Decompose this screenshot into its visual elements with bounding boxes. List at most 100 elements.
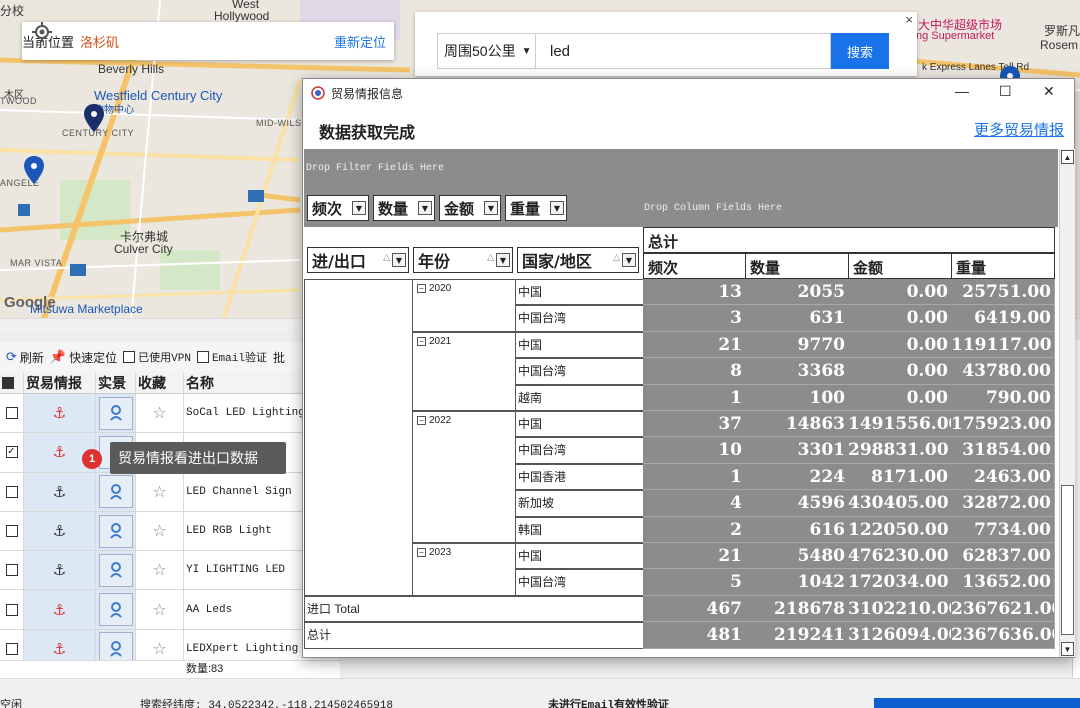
map-pin-icon[interactable] bbox=[24, 156, 44, 184]
streetview-icon[interactable] bbox=[98, 514, 133, 548]
field-weight[interactable]: 重量 ▼ bbox=[505, 195, 567, 221]
field-frequency[interactable]: 频次 ▼ bbox=[307, 195, 369, 221]
scroll-down-icon[interactable]: ▼ bbox=[1061, 642, 1074, 656]
column-header[interactable]: 收藏 bbox=[136, 372, 184, 393]
table-row[interactable]: ⚓ ☆ LED RGB Light bbox=[0, 511, 340, 552]
streetview-cell[interactable] bbox=[96, 511, 136, 551]
streetview-icon[interactable] bbox=[98, 396, 133, 430]
anchor-icon[interactable]: ⚓ bbox=[53, 443, 66, 461]
favorite-cell[interactable]: ☆ bbox=[136, 472, 184, 511]
star-icon[interactable]: ☆ bbox=[152, 403, 166, 423]
favorite-cell[interactable]: ☆ bbox=[136, 590, 184, 629]
trade-info-cell[interactable]: ⚓ bbox=[24, 511, 96, 551]
map-pin-icon[interactable] bbox=[84, 104, 104, 132]
drop-column-area[interactable]: Drop Column Fields Here bbox=[644, 203, 782, 214]
row-field-import-export[interactable]: 进/出口 △ ▼ bbox=[307, 247, 409, 273]
pivot-vertical-scrollbar[interactable]: ▲ ▼ bbox=[1059, 149, 1075, 657]
maximize-button[interactable]: ☐ bbox=[999, 83, 1012, 100]
anchor-icon[interactable]: ⚓ bbox=[53, 601, 66, 619]
row-field-country[interactable]: 国家/地区 △ ▼ bbox=[517, 247, 639, 273]
sort-icon[interactable]: △ bbox=[487, 253, 494, 263]
streetview-cell[interactable] bbox=[96, 629, 136, 660]
field-amount[interactable]: 金额 ▼ bbox=[439, 195, 501, 221]
chevron-down-icon[interactable]: ▼ bbox=[418, 201, 432, 215]
row-checkbox[interactable]: ✓ bbox=[0, 433, 24, 472]
chevron-down-icon[interactable]: ▼ bbox=[352, 201, 366, 215]
anchor-icon[interactable]: ⚓ bbox=[53, 561, 66, 579]
batch-button[interactable]: 批 bbox=[273, 349, 285, 366]
row-checkbox[interactable] bbox=[0, 511, 24, 551]
horizontal-scrollbar[interactable] bbox=[0, 678, 1080, 696]
star-icon[interactable]: ☆ bbox=[152, 482, 166, 502]
chevron-down-icon[interactable]: ▼ bbox=[550, 201, 564, 215]
anchor-icon[interactable]: ⚓ bbox=[53, 483, 66, 501]
year-cell[interactable]: −2023 bbox=[412, 543, 516, 596]
year-cell[interactable]: −2022 bbox=[412, 411, 516, 543]
collapse-icon[interactable]: − bbox=[417, 336, 426, 346]
search-input[interactable]: led bbox=[535, 33, 831, 69]
trade-info-cell[interactable]: ⚓ bbox=[24, 472, 96, 511]
trade-info-cell[interactable]: ⚓ bbox=[24, 590, 96, 629]
table-row[interactable]: ⚓ ☆ SoCal LED Lighting I bbox=[0, 394, 340, 434]
collapse-icon[interactable]: − bbox=[417, 284, 426, 293]
star-icon[interactable]: ☆ bbox=[152, 600, 166, 620]
anchor-icon[interactable]: ⚓ bbox=[53, 640, 66, 658]
field-quantity[interactable]: 数量 ▼ bbox=[373, 195, 435, 221]
row-checkbox[interactable] bbox=[0, 551, 24, 590]
select-all-checkbox[interactable] bbox=[0, 372, 24, 393]
streetview-icon[interactable] bbox=[98, 553, 133, 587]
checkbox-box[interactable] bbox=[123, 351, 136, 363]
star-icon[interactable]: ☆ bbox=[152, 560, 166, 580]
streetview-cell[interactable] bbox=[96, 551, 136, 590]
search-button[interactable]: 搜索 bbox=[831, 33, 889, 69]
close-button[interactable]: ✕ bbox=[1043, 83, 1055, 100]
star-icon[interactable]: ☆ bbox=[152, 639, 166, 659]
drop-filter-area[interactable]: Drop Filter Fields Here bbox=[304, 149, 1058, 187]
checkbox-box[interactable] bbox=[196, 351, 209, 363]
table-row[interactable]: ⚓ ☆ LED Channel Sign bbox=[0, 472, 340, 512]
favorite-cell[interactable]: ☆ bbox=[136, 394, 184, 433]
minimize-button[interactable]: — bbox=[955, 83, 969, 99]
scroll-thumb[interactable] bbox=[1061, 485, 1074, 635]
streetview-icon[interactable] bbox=[98, 475, 133, 509]
sort-icon[interactable]: △ bbox=[613, 253, 620, 263]
row-checkbox[interactable] bbox=[0, 472, 24, 511]
collapse-icon[interactable]: − bbox=[417, 548, 426, 557]
favorite-cell[interactable]: ☆ bbox=[136, 511, 184, 551]
year-cell[interactable]: −2021 bbox=[412, 331, 516, 411]
streetview-cell[interactable] bbox=[96, 590, 136, 629]
scroll-up-icon[interactable]: ▲ bbox=[1061, 150, 1074, 164]
trade-info-cell[interactable]: ⚓ bbox=[24, 551, 96, 590]
chevron-down-icon[interactable]: ▼ bbox=[622, 253, 636, 267]
streetview-icon[interactable] bbox=[98, 593, 133, 627]
sort-icon[interactable]: △ bbox=[383, 253, 390, 263]
quick-locate-button[interactable]: 📌 快速定位 bbox=[50, 349, 117, 366]
table-row[interactable]: ⚓ ☆ AA Leds bbox=[0, 590, 340, 630]
relocate-link[interactable]: 重新定位 bbox=[334, 32, 386, 51]
chevron-down-icon[interactable]: ▼ bbox=[496, 253, 510, 267]
row-field-year[interactable]: 年份 △ ▼ bbox=[413, 247, 513, 273]
anchor-icon[interactable]: ⚓ bbox=[53, 404, 66, 422]
streetview-cell[interactable] bbox=[96, 394, 136, 433]
used-vpn-checkbox[interactable]: 已使用VPN bbox=[123, 349, 191, 365]
trade-info-cell[interactable]: ⚓ bbox=[24, 629, 96, 660]
collapse-icon[interactable]: − bbox=[417, 416, 426, 425]
column-header[interactable]: 实景 bbox=[96, 372, 136, 393]
table-row[interactable]: ⚓ ☆ LEDXpert Lighting bbox=[0, 629, 340, 660]
star-icon[interactable]: ☆ bbox=[152, 521, 166, 541]
chevron-down-icon[interactable]: ▼ bbox=[484, 201, 498, 215]
close-icon[interactable]: × bbox=[905, 12, 913, 27]
row-checkbox[interactable] bbox=[0, 629, 24, 660]
year-cell[interactable]: −2020 bbox=[412, 279, 516, 332]
table-row[interactable]: ⚓ ☆ YI LIGHTING LED bbox=[0, 551, 340, 591]
email-verify-checkbox[interactable]: Email验证 bbox=[196, 349, 267, 365]
trade-info-cell[interactable]: ⚓ bbox=[24, 394, 96, 433]
chevron-down-icon[interactable]: ▼ bbox=[392, 253, 406, 267]
more-trade-info-link[interactable]: 更多贸易情报 bbox=[974, 119, 1064, 140]
refresh-button[interactable]: ⟳ 刷新 bbox=[6, 349, 44, 366]
favorite-cell[interactable]: ☆ bbox=[136, 551, 184, 590]
streetview-cell[interactable] bbox=[96, 472, 136, 511]
row-checkbox[interactable] bbox=[0, 590, 24, 629]
anchor-icon[interactable]: ⚓ bbox=[53, 522, 66, 540]
favorite-cell[interactable]: ☆ bbox=[136, 629, 184, 660]
